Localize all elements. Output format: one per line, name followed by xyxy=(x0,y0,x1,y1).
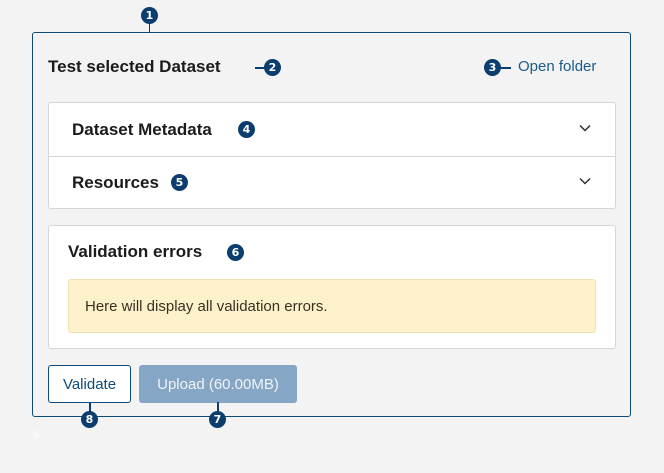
annotation-badge: 6 xyxy=(227,244,244,261)
validation-errors-title: Validation errors xyxy=(68,242,203,261)
accordion-item-resources[interactable]: Resources xyxy=(49,156,615,209)
upload-button[interactable]: Upload (60.00MB) xyxy=(139,365,297,403)
accordion-item-label: Dataset Metadata xyxy=(72,120,212,139)
stray-mark: 5 xyxy=(34,430,40,440)
annotation-badge: 3 xyxy=(484,59,501,76)
chevron-down-icon xyxy=(579,124,591,132)
validation-errors-message: Here will display all validation errors. xyxy=(68,279,596,333)
annotation-badge: 8 xyxy=(81,411,98,428)
annotation-line xyxy=(501,67,511,69)
open-folder-link[interactable]: Open folder xyxy=(518,58,596,75)
annotation-badge: 4 xyxy=(238,121,255,138)
validation-errors-card: Validation errors Here will display all … xyxy=(48,225,616,349)
panel-title: Test selected Dataset xyxy=(48,57,221,76)
annotation-badge: 2 xyxy=(264,59,281,76)
chevron-down-icon xyxy=(579,177,591,185)
annotation-badge: 7 xyxy=(209,411,226,428)
annotation-badge: 5 xyxy=(171,174,188,191)
accordion-item-label: Resources xyxy=(72,173,159,192)
validate-button[interactable]: Validate xyxy=(48,365,131,403)
annotation-line xyxy=(148,23,150,33)
accordion: Dataset Metadata Resources xyxy=(48,102,616,209)
annotation-badge: 1 xyxy=(141,7,158,24)
accordion-item-dataset-metadata[interactable]: Dataset Metadata xyxy=(49,103,615,157)
